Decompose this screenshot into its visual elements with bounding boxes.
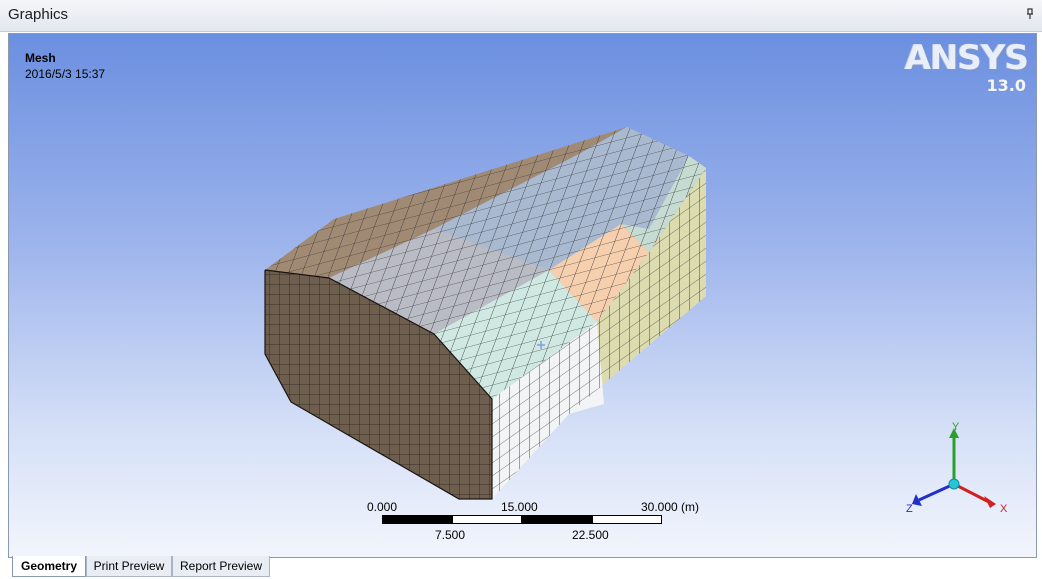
scale-segment-3 (522, 515, 592, 524)
scale-label-30: 30.000 (m) (641, 500, 700, 514)
scale-label-15: 15.000 (501, 500, 538, 514)
scale-label-22-5: 22.500 (572, 528, 609, 542)
scale-label-7-5: 7.500 (435, 528, 466, 542)
scale-label-0: 0.000 (367, 500, 398, 514)
mesh-model[interactable] (9, 34, 1036, 557)
axis-triad[interactable]: Y X Z (894, 422, 1014, 522)
triad-z-label: Z (906, 503, 913, 515)
scale-segment-2 (452, 515, 522, 524)
panel-title: Graphics (8, 6, 69, 23)
scale-bar: 0.000 15.000 30.000 (m) 7.500 22.500 (364, 500, 699, 544)
tab-geometry[interactable]: Geometry (12, 556, 86, 577)
graphics-viewport[interactable]: Mesh 2016/5/3 15:37 ANSYS 13.0 0.000 15.… (8, 33, 1037, 558)
graphics-panel: Graphics Mesh 2016/5/3 15:37 ANSYS 13.0 (0, 0, 1042, 579)
scale-segment-4 (592, 515, 662, 524)
pin-icon[interactable] (1024, 8, 1036, 20)
tab-report-preview[interactable]: Report Preview (172, 556, 270, 577)
tab-print-preview[interactable]: Print Preview (86, 556, 172, 577)
view-tabs: Geometry Print Preview Report Preview (8, 556, 1035, 578)
triad-y-label: Y (952, 422, 960, 433)
triad-x-label: X (1000, 503, 1008, 515)
scale-segment-1 (382, 515, 452, 524)
panel-titlebar: Graphics (0, 0, 1042, 32)
